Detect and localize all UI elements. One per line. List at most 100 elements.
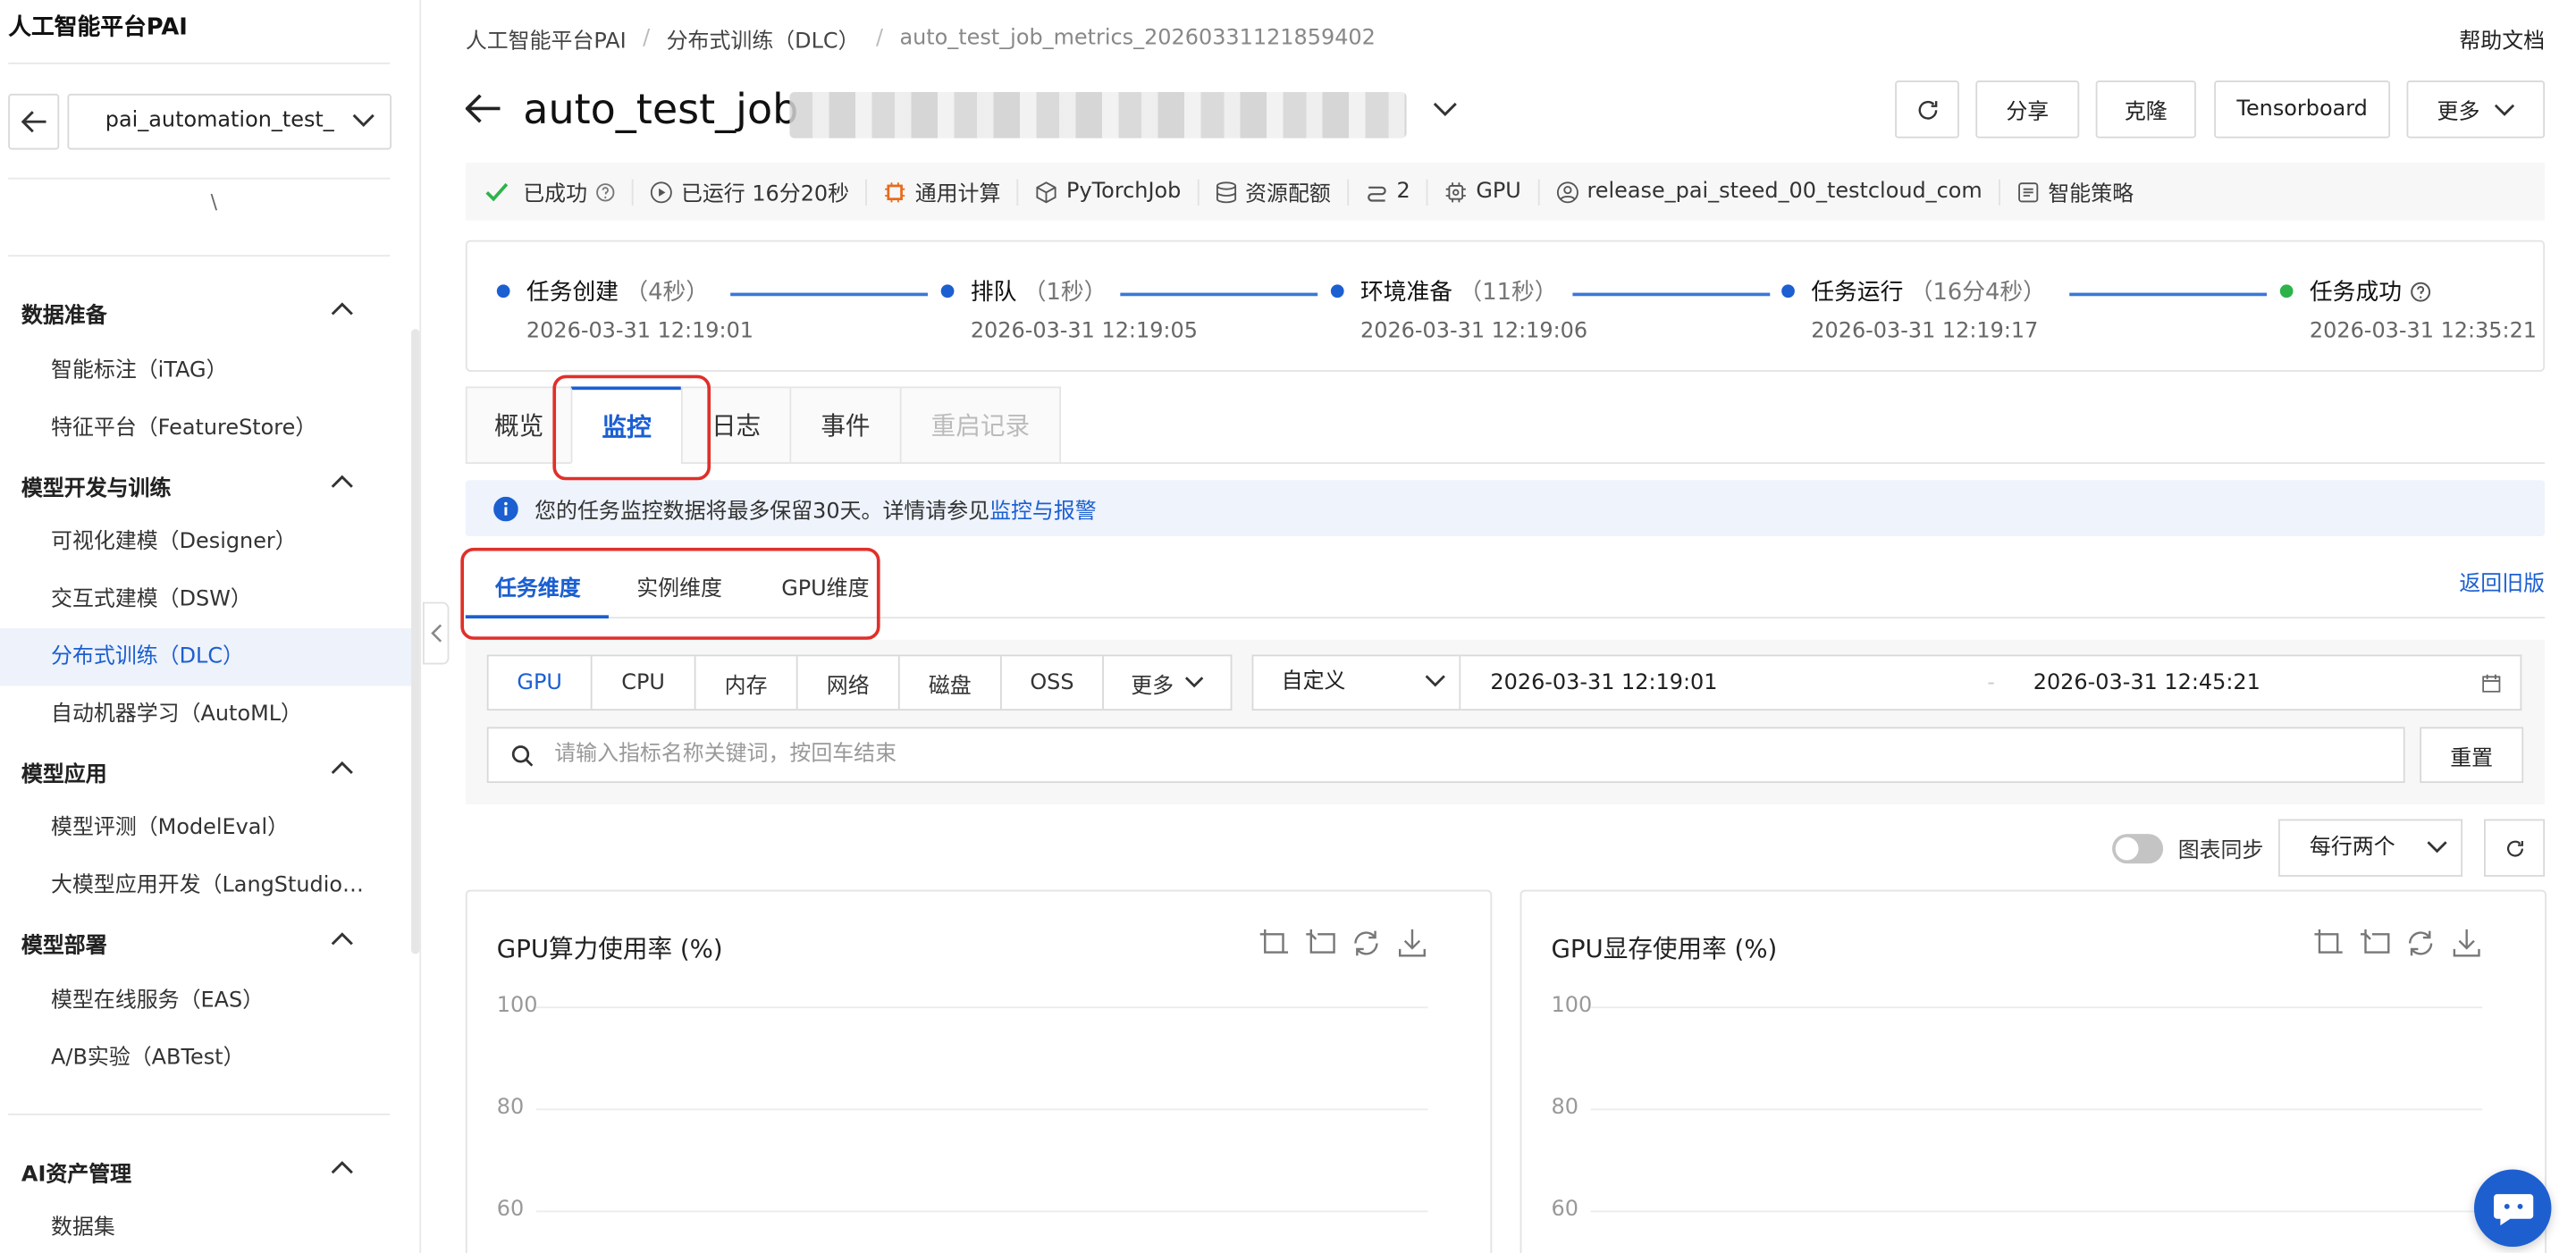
help-circle-icon[interactable] bbox=[2410, 281, 2431, 302]
sidebar-item-dlc[interactable]: 分布式训练（DLC） bbox=[0, 628, 415, 686]
compute-icon bbox=[885, 181, 905, 202]
workspace-name: pai_automation_test_ bbox=[105, 108, 334, 134]
status-badge: 已成功 bbox=[466, 178, 634, 207]
breadcrumb-pai[interactable]: 人工智能平台PAI bbox=[466, 23, 627, 55]
step-connector bbox=[1120, 292, 1318, 296]
y-tick-label: 80 bbox=[496, 1095, 525, 1121]
sidebar-item-eas[interactable]: 模型在线服务（EAS） bbox=[0, 972, 415, 1030]
workspace-select[interactable]: pai_automation_test_ bbox=[67, 93, 392, 150]
download-icon[interactable] bbox=[2451, 928, 2482, 959]
metric-tab-more[interactable]: 更多 bbox=[1104, 656, 1231, 709]
help-docs-link[interactable]: 帮助文档 bbox=[2459, 23, 2545, 55]
chevron-up-icon bbox=[331, 1161, 353, 1174]
y-tick-label: 60 bbox=[1551, 1197, 1578, 1223]
notice-text: 您的任务监控数据将最多保留30天。详情请参见 bbox=[535, 499, 990, 525]
chevron-down-icon bbox=[1425, 675, 1445, 687]
nav-group-data-prep[interactable]: 数据准备 bbox=[21, 298, 358, 329]
nav-group-model-dev[interactable]: 模型开发与训练 bbox=[21, 470, 358, 501]
nav-group-model-app[interactable]: 模型应用 bbox=[21, 757, 358, 788]
nodes-icon bbox=[1368, 185, 1386, 201]
metric-type-tabs: GPU CPU 内存 网络 磁盘 OSS 更多 bbox=[486, 654, 1233, 711]
more-label: 更多 bbox=[2437, 100, 2480, 125]
nav-group-ai-assets[interactable]: AI资产管理 bbox=[21, 1156, 358, 1188]
job-meta-bar: 已成功 已运行 16分20秒 通用计算 PyTorchJob 资源配额 2 GP… bbox=[465, 163, 2546, 221]
chip-icon bbox=[1446, 181, 1467, 202]
step-time: 2026-03-31 12:19:05 bbox=[970, 319, 1198, 344]
step-created: 任务创建 （4秒） 2026-03-31 12:19:01 bbox=[496, 274, 754, 344]
collapse-sidebar-button[interactable] bbox=[422, 601, 450, 665]
zoom-select-icon[interactable] bbox=[2313, 928, 2344, 959]
monitor-alert-link[interactable]: 监控与报警 bbox=[989, 500, 1097, 525]
metric-tab-gpu[interactable]: GPU bbox=[489, 656, 593, 710]
toggle-switch[interactable] bbox=[2112, 833, 2164, 863]
download-icon[interactable] bbox=[1396, 928, 1427, 959]
metric-tab-oss[interactable]: OSS bbox=[1002, 656, 1104, 710]
sidebar-item-itag[interactable]: 智能标注（iTAG） bbox=[0, 342, 415, 399]
step-time: 2026-03-31 12:19:17 bbox=[1811, 319, 2039, 344]
zoom-reset-icon[interactable] bbox=[1304, 928, 1335, 959]
date-range-picker[interactable]: 2026-03-31 12:19:01 - 2026-03-31 12:45:2… bbox=[1461, 654, 2522, 711]
sidebar-scrollbar[interactable] bbox=[411, 329, 420, 954]
nav-group-deploy[interactable]: 模型部署 bbox=[21, 928, 358, 959]
sidebar-item-dataset[interactable]: 数据集 bbox=[0, 1199, 415, 1253]
sidebar-item-dsw[interactable]: 交互式建模（DSW） bbox=[0, 571, 415, 628]
range-end[interactable]: 2026-03-31 12:45:21 bbox=[2033, 671, 2260, 696]
info-icon bbox=[493, 495, 518, 521]
breadcrumb-dlc[interactable]: 分布式训练（DLC） bbox=[667, 23, 860, 55]
sidebar-item-featurestore[interactable]: 特征平台（FeatureStore） bbox=[0, 399, 415, 457]
chevron-down-icon bbox=[2493, 103, 2514, 115]
restore-icon[interactable] bbox=[1351, 928, 1382, 959]
back-button[interactable] bbox=[8, 93, 60, 150]
metric-tab-memory[interactable]: 内存 bbox=[695, 656, 798, 710]
policy-meta[interactable]: 智能策略 bbox=[2000, 179, 2151, 207]
chart-toolbar bbox=[1259, 928, 1428, 959]
tab-restart-history[interactable]: 重启记录 bbox=[899, 386, 1062, 464]
sidebar-item-langstudio[interactable]: 大模型应用开发（LangStudio… bbox=[0, 857, 415, 914]
retention-notice: 您的任务监控数据将最多保留30天。详情请参见监控与报警 bbox=[465, 480, 2546, 536]
chevron-up-icon bbox=[331, 761, 353, 775]
metric-search-input[interactable]: 请输入指标名称关键词，按回车结束 bbox=[486, 727, 2405, 784]
y-tick-label: 60 bbox=[496, 1197, 525, 1223]
step-queued: 排队 （1秒） 2026-03-31 12:19:05 bbox=[940, 274, 1198, 344]
tensorboard-button[interactable]: Tensorboard bbox=[2214, 80, 2391, 139]
more-button[interactable]: 更多 bbox=[2406, 80, 2546, 139]
share-button[interactable]: 分享 bbox=[1975, 80, 2080, 139]
sidebar-item-automl[interactable]: 自动机器学习（AutoML） bbox=[0, 685, 415, 743]
step-time: 2026-03-31 12:19:01 bbox=[526, 319, 754, 344]
metric-tab-disk[interactable]: 磁盘 bbox=[900, 656, 1002, 710]
step-success: 任务成功 2026-03-31 12:35:21 bbox=[2279, 274, 2538, 344]
clone-button[interactable]: 克隆 bbox=[2095, 80, 2196, 139]
refresh-button[interactable] bbox=[1895, 80, 1959, 139]
help-circle-icon[interactable] bbox=[595, 181, 615, 201]
tab-events[interactable]: 事件 bbox=[789, 386, 900, 464]
y-tick-label: 80 bbox=[1551, 1095, 1578, 1121]
step-time: 2026-03-31 12:35:21 bbox=[2309, 319, 2538, 344]
range-start[interactable]: 2026-03-31 12:19:01 bbox=[1490, 671, 1717, 696]
chat-assistant-button[interactable] bbox=[2473, 1169, 2552, 1248]
sidebar-item-designer[interactable]: 可视化建模（Designer） bbox=[0, 513, 415, 570]
refresh-charts-button[interactable] bbox=[2484, 819, 2546, 877]
metric-tab-cpu[interactable]: CPU bbox=[593, 656, 696, 710]
layout-select[interactable]: 每行两个 bbox=[2277, 819, 2463, 877]
restore-icon[interactable] bbox=[2405, 928, 2437, 959]
step-dot bbox=[1781, 284, 1795, 299]
runtime-meta: 已运行 16分20秒 bbox=[634, 178, 868, 207]
reset-button[interactable]: 重置 bbox=[2420, 727, 2524, 784]
range-separator: - bbox=[1987, 670, 1995, 696]
sidebar-item-modeleval[interactable]: 模型评测（ModelEval） bbox=[0, 799, 415, 856]
chevron-down-icon[interactable] bbox=[1433, 102, 1458, 117]
divider bbox=[8, 255, 391, 257]
chevron-down-icon bbox=[1184, 677, 1203, 688]
sidebar: 人工智能平台PAI pai_automation_test_ \ 数据准备 智能… bbox=[0, 0, 422, 1253]
chart-sync-toggle[interactable]: 图表同步 bbox=[2112, 832, 2263, 863]
time-range-select[interactable]: 自定义 bbox=[1251, 654, 1461, 711]
zoom-reset-icon[interactable] bbox=[2359, 928, 2390, 959]
back-to-old-version-link[interactable]: 返回旧版 bbox=[2459, 566, 2545, 597]
metric-tab-network[interactable]: 网络 bbox=[798, 656, 900, 710]
job-progress-steps: 任务创建 （4秒） 2026-03-31 12:19:01 排队 （1秒） 2026… bbox=[465, 240, 2546, 372]
y-tick-label: 100 bbox=[1551, 993, 1593, 1019]
sidebar-item-abtest[interactable]: A/B实验（ABTest） bbox=[0, 1030, 415, 1087]
arrow-left-icon[interactable] bbox=[465, 94, 501, 123]
arrow-left-icon bbox=[21, 111, 46, 133]
zoom-select-icon[interactable] bbox=[1259, 928, 1290, 959]
